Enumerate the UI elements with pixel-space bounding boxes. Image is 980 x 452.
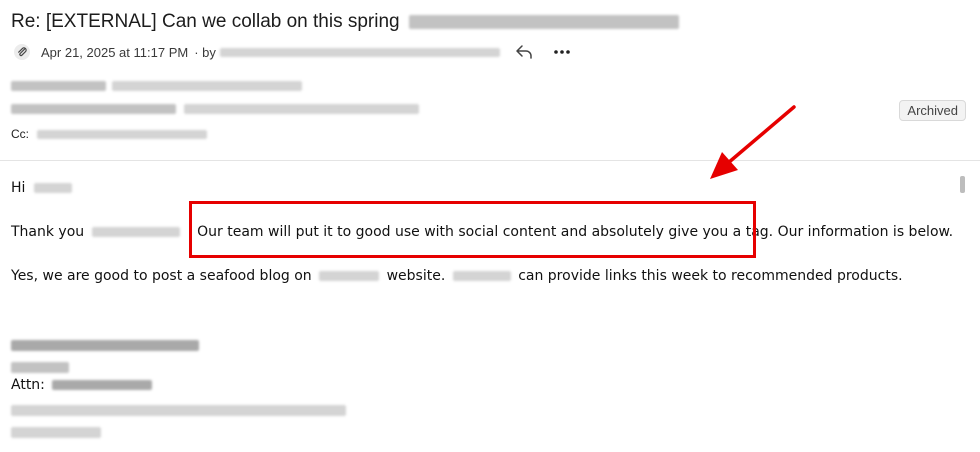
- thanks-start: Thank you: [11, 224, 85, 240]
- scrollbar-thumb[interactable]: [960, 176, 965, 193]
- greeting-line: Hi: [11, 180, 72, 196]
- red-arrow-annotation: [710, 105, 796, 179]
- status-badge: Archived: [899, 100, 966, 121]
- header-divider: [0, 160, 980, 161]
- thanks-end: Our information is below.: [777, 224, 954, 240]
- paragraph-2: Yes, we are good to post a seafood blog …: [11, 268, 903, 284]
- p2-start: Yes, we are good to post a seafood blog …: [11, 268, 312, 284]
- greeting-text: Hi: [11, 180, 26, 196]
- attn-line: Attn:: [11, 377, 153, 393]
- redacted-recipient-line-1: [11, 81, 302, 91]
- p2-end: can provide links this week to recommend…: [518, 268, 903, 284]
- attn-label: Attn:: [11, 377, 45, 393]
- email-subject-text: Re: [EXTERNAL] Can we collab on this spr…: [11, 11, 400, 32]
- email-meta-row: Apr 21, 2025 at 11:17 PM · by: [11, 41, 574, 63]
- redacted-signature-line-4: [11, 402, 346, 420]
- p2-mid: website.: [386, 268, 446, 284]
- email-subject: Re: [EXTERNAL] Can we collab on this spr…: [11, 11, 679, 33]
- reply-icon[interactable]: [512, 41, 536, 63]
- cc-label: Cc:: [11, 127, 29, 141]
- redacted-recipient-line-2: [11, 104, 419, 114]
- redacted-cc: [37, 129, 207, 139]
- redacted-signature-line-1: [11, 337, 199, 355]
- paperclip-icon[interactable]: [11, 41, 33, 63]
- email-date: Apr 21, 2025 at 11:17 PM: [41, 44, 189, 60]
- redacted-signature-line-5: [11, 424, 101, 442]
- sender-prefix: · by: [194, 44, 216, 60]
- more-horizontal-icon[interactable]: [550, 41, 574, 63]
- redacted-subject-text: [408, 14, 679, 29]
- highlight-box-annotation: [189, 201, 756, 258]
- redacted-signature-line-2: [11, 359, 69, 377]
- redacted-sender: [219, 47, 500, 57]
- cc-row: Cc:: [11, 127, 207, 141]
